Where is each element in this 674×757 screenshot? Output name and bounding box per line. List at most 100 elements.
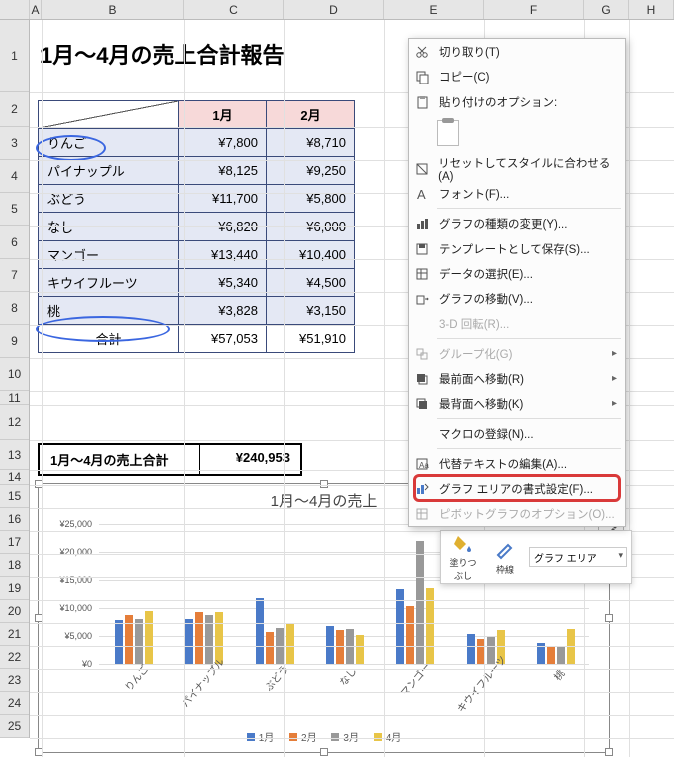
bar[interactable] — [256, 598, 264, 664]
menu-paste-keep-source[interactable] — [409, 114, 625, 156]
cell[interactable]: ¥8,710 — [267, 129, 355, 157]
bar[interactable] — [286, 624, 294, 664]
menu-move-chart[interactable]: グラフの移動(V)... — [409, 286, 625, 311]
cell[interactable]: ¥5,800 — [267, 185, 355, 213]
menu-reset-style[interactable]: リセットしてスタイルに合わせる(A) — [409, 156, 625, 181]
row-header[interactable]: 20 — [0, 600, 29, 623]
menu-label: テンプレートとして保存(S)... — [439, 241, 590, 257]
row-header[interactable]: 7 — [0, 259, 29, 292]
row-header[interactable]: 11 — [0, 391, 29, 405]
move-icon — [413, 290, 431, 308]
chart-icon — [413, 215, 431, 233]
row-label: ぶどう — [39, 185, 179, 213]
bar[interactable] — [547, 646, 555, 664]
menu-format-chart-area[interactable]: グラフ エリアの書式設定(F)... — [409, 476, 625, 501]
pivot-icon — [413, 505, 431, 523]
row-header[interactable]: 24 — [0, 692, 29, 715]
group-icon — [413, 345, 431, 363]
menu-label: 貼り付けのオプション: — [439, 94, 557, 110]
bar[interactable] — [326, 626, 334, 664]
menu-font[interactable]: A フォント(F)... — [409, 181, 625, 206]
menu-label: フォント(F)... — [439, 186, 509, 202]
menu-cut[interactable]: 切り取り(T) — [409, 39, 625, 64]
row-header[interactable]: 16 — [0, 508, 29, 531]
row-header[interactable]: 13 — [0, 440, 29, 470]
menu-change-chart-type[interactable]: グラフの種類の変更(Y)... — [409, 211, 625, 236]
menu-label: 3-D 回転(R)... — [439, 316, 509, 332]
table-row[interactable]: マンゴー¥13,440¥10,400 — [39, 241, 355, 269]
row-header[interactable]: 6 — [0, 226, 29, 259]
row-header[interactable]: 23 — [0, 669, 29, 692]
row-header[interactable]: 2 — [0, 92, 29, 127]
table-row[interactable]: りんご¥7,800¥8,710 — [39, 129, 355, 157]
row-header[interactable]: 9 — [0, 325, 29, 358]
table-row[interactable]: ぶどう¥11,700¥5,800 — [39, 185, 355, 213]
save-icon — [413, 240, 431, 258]
context-menu[interactable]: 切り取り(T) コピー(C) 貼り付けのオプション: リセットしてスタイルに合わせる(… — [408, 38, 626, 527]
chart-legend[interactable]: 1月 2月 3月 4月 — [39, 729, 609, 744]
menu-paste-options[interactable]: 貼り付けのオプション: — [409, 89, 625, 114]
bar[interactable] — [145, 611, 153, 664]
cell[interactable]: ¥7,800 — [179, 129, 267, 157]
menu-label: 切り取り(T) — [439, 44, 500, 60]
col-header-2[interactable]: 2月 — [267, 101, 355, 129]
font-icon: A — [413, 185, 431, 203]
menu-save-template[interactable]: テンプレートとして保存(S)... — [409, 236, 625, 261]
table-corner — [39, 101, 179, 129]
menu-select-data[interactable]: データの選択(E)... — [409, 261, 625, 286]
row-header[interactable]: 19 — [0, 577, 29, 600]
bar[interactable] — [135, 619, 143, 664]
svg-text:A: A — [417, 187, 426, 201]
row-header[interactable]: 12 — [0, 405, 29, 440]
menu-label: 代替テキストの編集(A)... — [439, 456, 567, 472]
row-header[interactable]: 5 — [0, 193, 29, 226]
cell[interactable]: ¥13,440 — [179, 241, 267, 269]
row-header[interactable]: 8 — [0, 292, 29, 325]
menu-bring-front[interactable]: 最前面へ移動(R) — [409, 366, 625, 391]
menu-label: コピー(C) — [439, 69, 489, 85]
bar[interactable] — [115, 620, 123, 664]
menu-send-back[interactable]: 最背面へ移動(K) — [409, 391, 625, 416]
bar[interactable] — [467, 634, 475, 664]
menu-3d-rotation: 3-D 回転(R)... — [409, 311, 625, 336]
row-header[interactable]: 21 — [0, 623, 29, 646]
bar[interactable] — [336, 630, 344, 664]
row-header[interactable]: 15 — [0, 485, 29, 508]
row-header[interactable]: 18 — [0, 554, 29, 577]
row-header[interactable]: 3 — [0, 127, 29, 160]
cell[interactable]: ¥3,828 — [179, 297, 267, 325]
menu-alt-text[interactable]: Aa代替テキストの編集(A)... — [409, 451, 625, 476]
column-headers[interactable]: A B C D E F G H — [0, 0, 674, 20]
row-header[interactable]: 17 — [0, 531, 29, 554]
bar[interactable] — [185, 619, 193, 665]
menu-label: マクロの登録(N)... — [439, 426, 534, 442]
menu-label: 最前面へ移動(R) — [439, 371, 524, 387]
bar[interactable] — [406, 606, 414, 664]
fill-button[interactable]: 塗りつぶし — [445, 532, 481, 582]
menu-copy[interactable]: コピー(C) — [409, 64, 625, 89]
chart-mini-toolbar[interactable]: 塗りつぶし 枠線 グラフ エリア — [440, 530, 632, 584]
row-header[interactable]: 22 — [0, 646, 29, 669]
row-header[interactable]: 25 — [0, 715, 29, 738]
row-headers[interactable]: 1234567891011121314151617181920212223242… — [0, 20, 30, 738]
cell[interactable]: ¥11,700 — [179, 185, 267, 213]
row-header[interactable]: 10 — [0, 358, 29, 391]
outline-button[interactable]: 枠線 — [487, 539, 523, 576]
bar[interactable] — [195, 612, 203, 664]
copy-icon — [413, 68, 431, 86]
col-header-1[interactable]: 1月 — [179, 101, 267, 129]
blank-icon — [413, 315, 431, 333]
bar[interactable] — [356, 635, 364, 664]
row-header[interactable]: 4 — [0, 160, 29, 193]
cell[interactable]: ¥10,400 — [267, 241, 355, 269]
bar[interactable] — [557, 646, 565, 664]
cell[interactable]: ¥3,150 — [267, 297, 355, 325]
table-row[interactable]: 桃¥3,828¥3,150 — [39, 297, 355, 325]
menu-assign-macro[interactable]: マクロの登録(N)... — [409, 421, 625, 446]
row-header[interactable]: 14 — [0, 470, 29, 485]
chart-element-selector[interactable]: グラフ エリア — [529, 547, 627, 567]
bar[interactable] — [266, 632, 274, 664]
row-label: マンゴー — [39, 241, 179, 269]
chart-yaxis: ¥0¥5,000¥10,000¥15,000¥20,000¥25,000 — [39, 524, 94, 664]
row-header[interactable]: 1 — [0, 20, 29, 92]
